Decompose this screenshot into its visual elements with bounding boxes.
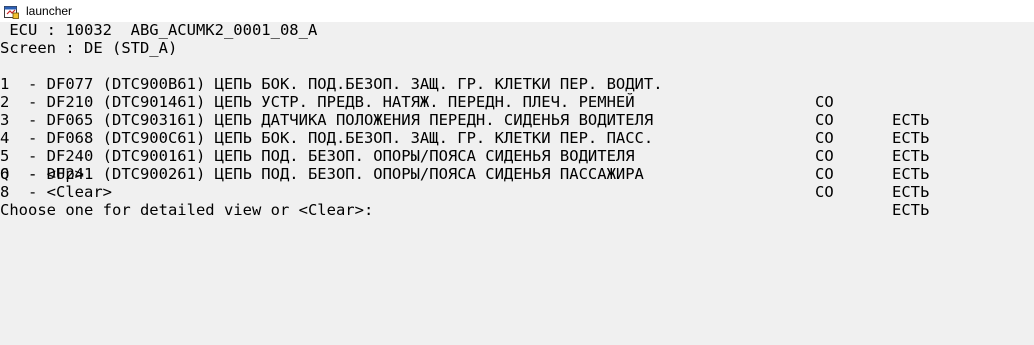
selection-prompt[interactable]: Choose one for detailed view or <Clear>: <box>0 201 373 219</box>
fault-option-5[interactable]: 5 - DF240 (DTC900161) ЦЕПЬ ПОД. БЕЗОП. О… <box>0 129 1034 201</box>
fault-state: ЕСТЬ <box>892 183 930 201</box>
fault-option-4[interactable]: 4 - DF068 (DTC900C61) ЦЕПЬ БОК. ПОД.БЕЗО… <box>0 111 1034 183</box>
fault-status: CO <box>815 183 834 201</box>
clear-option[interactable]: 8 - <Clear> <box>0 183 112 201</box>
window-title: launcher <box>26 4 73 18</box>
fault-option-2[interactable]: 2 - DF210 (DTC901461) ЦЕПЬ УСТР. ПРЕДВ. … <box>0 75 1034 147</box>
ecu-info-line: ECU : 10032 ABG_ACUMK2_0001_08_A <box>0 21 318 39</box>
screen-info-line: Screen : DE (STD_A) <box>0 39 178 57</box>
fault-option-1[interactable]: 1 - DF077 (DTC900B61) ЦЕПЬ БОК. ПОД.БЕЗО… <box>0 57 1034 129</box>
up-option[interactable]: Q - <Up> <box>0 165 84 183</box>
fault-state: ЕСТЬ <box>892 165 930 183</box>
fault-option-6[interactable]: 6 - DF241 (DTC900261) ЦЕПЬ ПОД. БЕЗОП. О… <box>0 147 1034 219</box>
fault-state: ЕСТЬ <box>892 201 930 219</box>
fault-status: CO <box>815 165 834 183</box>
window-titlebar[interactable]: launcher <box>0 0 1034 23</box>
launcher-app-icon <box>4 5 19 19</box>
fault-option-3[interactable]: 3 - DF065 (DTC903161) ЦЕПЬ ДАТЧИКА ПОЛОЖ… <box>0 93 1034 165</box>
fault-description: 6 - DF241 (DTC900261) ЦЕПЬ ПОД. БЕЗОП. О… <box>0 165 644 183</box>
console-output[interactable]: ECU : 10032 ABG_ACUMK2_0001_08_A Screen … <box>0 21 1034 345</box>
